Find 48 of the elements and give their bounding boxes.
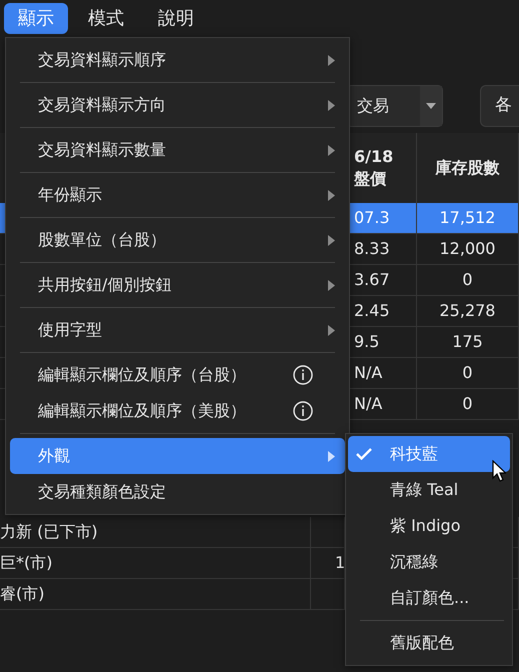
submenu-arrow-icon [328, 324, 335, 336]
menu-bar-item[interactable]: 顯示 [4, 3, 68, 34]
menu-item[interactable]: 交易資料顯示順序 [10, 42, 345, 78]
menu-item[interactable]: 科技藍 [348, 436, 510, 472]
menu-bar-item[interactable]: 模式 [74, 3, 138, 34]
menu-item[interactable]: 股數單位（台股） [10, 222, 345, 258]
menu-item[interactable]: 共用按鈕/個別按鈕 [10, 267, 345, 303]
submenu-arrow-icon [328, 54, 335, 66]
check-icon [356, 448, 372, 460]
info-icon [293, 365, 313, 385]
table-cell: 175 [417, 327, 519, 358]
submenu-arrow-icon [328, 234, 335, 246]
table-cell: 巨*(市) [0, 548, 311, 579]
menu-item[interactable]: 青綠 Teal [348, 472, 510, 508]
column-header: 6/18 盤價 [350, 133, 417, 203]
submenu-arrow-icon [328, 100, 335, 110]
menu-item[interactable]: 編輯顯示欄位及順序（美股） [10, 393, 345, 429]
menu-item[interactable]: 編輯顯示欄位及順序（台股） [10, 357, 345, 393]
table-cell: 25,278 [417, 296, 519, 327]
caret-icon [426, 103, 436, 109]
mouse-pointer-icon [492, 460, 506, 482]
menu-item[interactable]: 交易種類顏色設定 [10, 474, 345, 510]
submenu-arrow-icon [328, 144, 335, 156]
submenu-arrow-icon [328, 450, 335, 462]
submenu-arrow-icon [328, 280, 335, 290]
menu-bar-item[interactable]: 說明 [144, 3, 208, 34]
table-cell: 0 [417, 389, 519, 420]
menu-item[interactable]: 交易資料顯示方向 [10, 87, 345, 123]
menu-item[interactable]: 自訂顏色... [348, 580, 510, 616]
info-icon [293, 401, 313, 421]
menu-item[interactable]: 交易資料顯示數量 [10, 132, 345, 168]
table-cell: 睿(市) [0, 579, 311, 610]
menu-item[interactable]: 使用字型 [10, 312, 345, 348]
toolbar-button[interactable]: 各 [480, 85, 519, 127]
table-cell: 17,512 [417, 203, 519, 234]
menu-item[interactable]: 舊版配色 [348, 625, 510, 661]
submenu-arrow-icon [328, 190, 335, 200]
menu-item[interactable]: 紫 Indigo [348, 508, 510, 544]
table-cell: 力新 (已下市) [0, 517, 311, 548]
table-cell: 0 [417, 358, 519, 389]
menu-item[interactable]: 外觀 [10, 438, 345, 474]
menu-item[interactable]: 沉穩綠 [348, 544, 510, 580]
column-header: 庫存股數 [417, 133, 519, 203]
table-cell: 12,000 [417, 234, 519, 265]
table-cell: 07.3 [350, 203, 417, 234]
menu-item[interactable]: 年份顯示 [10, 177, 345, 213]
dropdown-value: 交易 [357, 95, 389, 117]
table-cell: 0 [417, 265, 519, 296]
